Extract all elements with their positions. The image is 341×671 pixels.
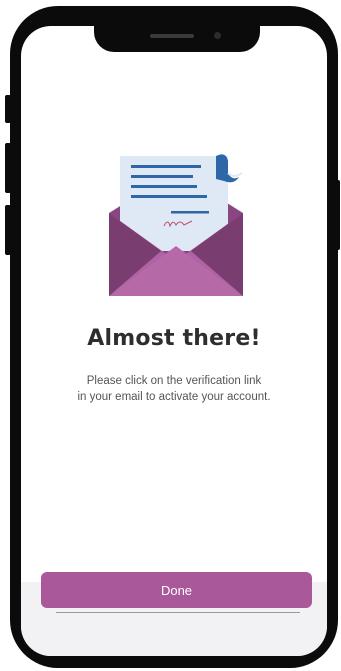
message-line-1: Please click on the verification link [86,375,262,387]
page-title: Almost there! [87,326,261,351]
front-camera [214,32,221,39]
volume-up-button [5,143,11,193]
speaker-grille [150,34,194,38]
verification-message: Please click on the verification link in… [41,373,307,405]
done-button[interactable]: Done [41,572,312,608]
envelope-with-letter-icon [109,154,243,296]
power-button [335,180,340,250]
phone-mockup: Almost there! Please click on the verifi… [0,0,341,671]
message-line-2: in your email to activate your account. [77,391,271,403]
mute-switch [5,95,11,123]
phone-screen: Almost there! Please click on the verifi… [21,26,327,656]
home-indicator [56,612,300,613]
notch [94,26,260,52]
volume-down-button [5,205,11,255]
